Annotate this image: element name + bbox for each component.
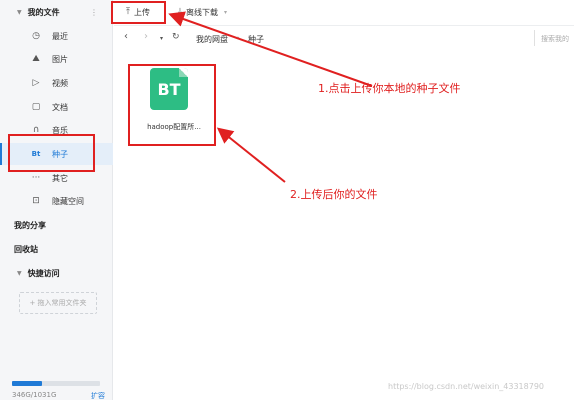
annotation-note-2: 2.上传后你的文件 <box>290 188 378 201</box>
watermark: https://blog.csdn.net/weixin_43318790 <box>388 382 545 391</box>
arrow-to-upload <box>168 11 373 87</box>
annotation-note-1: 1.点击上传你本地的种子文件 <box>318 82 461 95</box>
annotation-arrows <box>168 11 373 183</box>
app-window: ▼ 我的文件 ⋮ ◷ 最近 ⛰ 图片 ▷ 视频 ▢ 文档 ∩ 音乐 Bt 种子 <box>0 0 574 400</box>
arrow-to-file <box>216 127 286 183</box>
